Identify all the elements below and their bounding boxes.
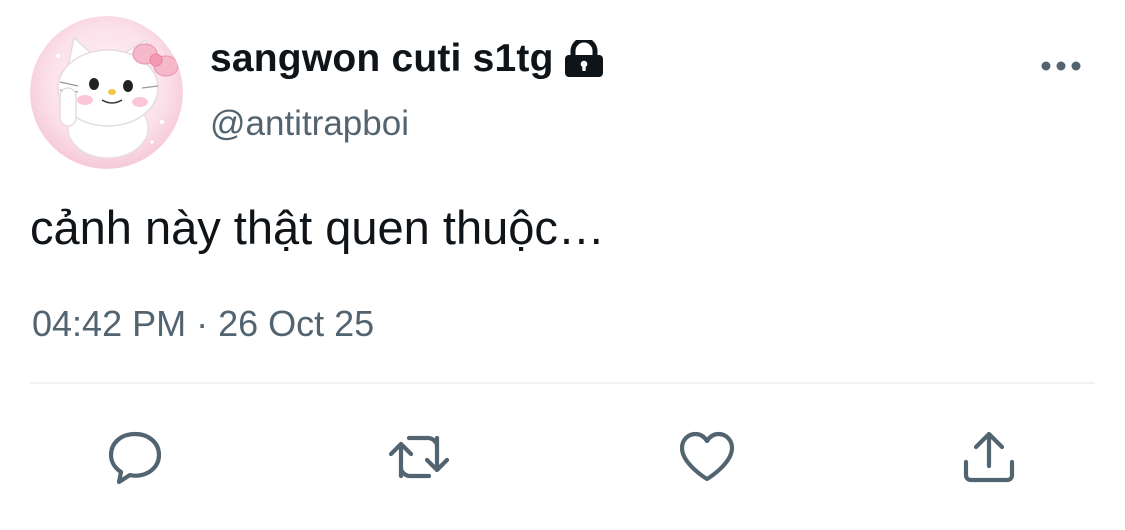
- display-name-row: sangwon cuti s1tg: [210, 36, 604, 82]
- reply-button[interactable]: [104, 428, 166, 486]
- reply-icon: [108, 431, 162, 485]
- tweet-timestamp[interactable]: 04:42 PM · 26 Oct 25: [32, 303, 374, 345]
- tweet-text: cảnh này thật quen thuộc…: [30, 201, 605, 254]
- retweet-button[interactable]: [388, 428, 450, 486]
- more-horizontal-icon: [1041, 61, 1081, 71]
- divider: [30, 382, 1095, 384]
- share-icon: [963, 431, 1015, 483]
- more-options-button[interactable]: [1040, 54, 1082, 78]
- like-button[interactable]: [676, 428, 738, 486]
- retweet-icon: [388, 435, 450, 479]
- share-button[interactable]: [958, 428, 1020, 486]
- avatar[interactable]: [30, 16, 183, 169]
- avatar-kitty-image: [30, 16, 183, 169]
- heart-icon: [679, 431, 735, 482]
- display-name[interactable]: sangwon cuti s1tg: [210, 37, 554, 81]
- user-handle[interactable]: @antitrapboi: [210, 104, 409, 144]
- lock-icon: [564, 40, 603, 77]
